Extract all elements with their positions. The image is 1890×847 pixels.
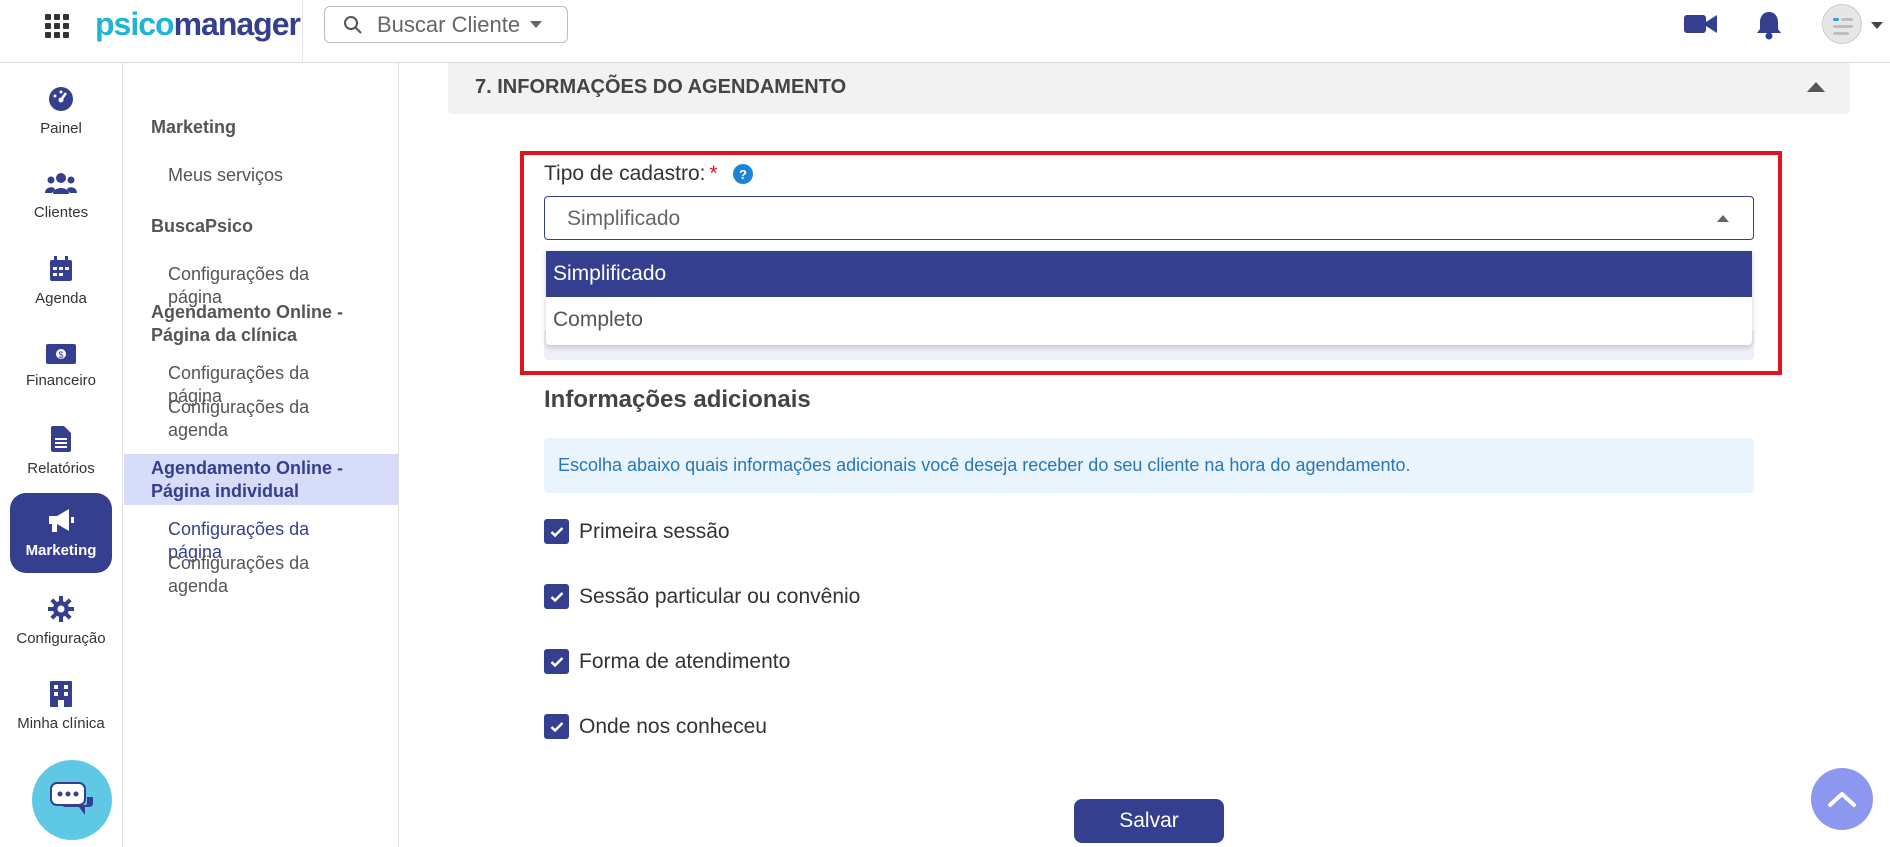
chevron-down-icon[interactable]	[1871, 22, 1883, 29]
marketing-submenu: Marketing Meus serviços BuscaPsico Confi…	[124, 63, 399, 847]
client-search[interactable]: Buscar Cliente	[324, 6, 568, 43]
avatar-line	[1833, 32, 1849, 35]
megaphone-icon	[49, 508, 74, 532]
nav-label: Relatórios	[27, 459, 95, 477]
required-mark: *	[709, 162, 718, 185]
submenu-link-clinica-agenda[interactable]: Configurações da agenda	[168, 396, 368, 442]
chevron-up-icon	[1828, 792, 1856, 807]
nav-label: Clientes	[33, 203, 89, 221]
nav-agenda[interactable]: Agenda	[10, 241, 112, 321]
dropdown-option-simplificado[interactable]: Simplificado	[546, 251, 1752, 297]
chat-support-button[interactable]	[32, 760, 112, 840]
file-icon	[51, 425, 71, 452]
checkbox-onde-conheceu[interactable]: Onde nos conheceu	[544, 714, 767, 739]
nav-label: Agenda	[35, 289, 87, 307]
checkmark-icon	[550, 721, 563, 732]
checkbox-checked[interactable]	[544, 584, 569, 609]
dropdown-option-completo[interactable]: Completo	[546, 297, 1752, 343]
chevron-up-icon[interactable]	[1807, 82, 1825, 92]
nav-label: Minha clínica	[17, 714, 105, 732]
select-current-value: Simplificado	[567, 207, 681, 230]
nav-minha-clinica[interactable]: Minha clínica	[10, 666, 112, 746]
nav-configuracao[interactable]: Configuração	[10, 581, 112, 661]
tipo-cadastro-label: Tipo de cadastro: *	[544, 162, 718, 186]
help-icon[interactable]: ?	[733, 164, 753, 184]
nav-painel[interactable]: Painel	[10, 71, 112, 151]
gear-icon	[48, 595, 74, 622]
scroll-to-top-button[interactable]	[1811, 768, 1873, 830]
apps-grid-icon[interactable]	[44, 13, 70, 39]
checkbox-primeira-sessao[interactable]: Primeira sessão	[544, 519, 730, 544]
submenu-group-marketing[interactable]: Marketing	[151, 116, 391, 139]
logo-primary: psico	[95, 6, 175, 42]
info-alert: Escolha abaixo quais informações adicion…	[544, 438, 1754, 493]
section-title: 7. INFORMAÇÕES DO AGENDAMENTO	[475, 76, 847, 98]
tipo-cadastro-dropdown: Simplificado Completo	[546, 251, 1752, 345]
search-placeholder: Buscar Cliente	[377, 11, 521, 37]
checkbox-label: Primeira sessão	[579, 519, 730, 543]
notification-bell-icon[interactable]	[1755, 10, 1783, 45]
nav-label: Financeiro	[25, 371, 97, 389]
checkmark-icon	[550, 526, 563, 537]
search-icon	[344, 15, 362, 34]
checkbox-label: Sessão particular ou convênio	[579, 584, 861, 608]
tipo-cadastro-label-text: Tipo de cadastro:	[544, 162, 706, 185]
chevron-up-icon	[1717, 215, 1729, 222]
checkbox-label: Forma de atendimento	[579, 649, 791, 673]
video-call-icon[interactable]	[1684, 13, 1718, 40]
submenu-link-individual-agenda[interactable]: Configurações da agenda	[168, 552, 368, 598]
nav-label: Configuração	[16, 629, 106, 647]
nav-label: Marketing	[25, 541, 97, 559]
avatar-mark	[1833, 18, 1839, 21]
submenu-group-buscapsico[interactable]: BuscaPsico	[151, 215, 391, 238]
chat-icon	[50, 782, 93, 815]
checkbox-checked[interactable]	[544, 714, 569, 739]
nav-relatorios[interactable]: Relatórios	[10, 411, 112, 491]
checkbox-forma-atendimento[interactable]: Forma de atendimento	[544, 649, 790, 674]
user-avatar[interactable]	[1822, 4, 1862, 44]
nav-financeiro[interactable]: $ Financeiro	[10, 326, 112, 406]
tipo-cadastro-select[interactable]: Simplificado	[544, 196, 1754, 240]
submenu-link-meus-servicos[interactable]: Meus serviços	[168, 164, 368, 187]
chevron-down-icon	[530, 21, 543, 28]
checkbox-checked[interactable]	[544, 649, 569, 674]
building-icon	[50, 680, 72, 707]
money-icon: $	[46, 343, 76, 364]
submenu-group-clinica[interactable]: Agendamento Online - Página da clínica	[151, 301, 391, 347]
checkmark-icon	[550, 591, 563, 602]
checkbox-label: Onde nos conheceu	[579, 714, 767, 738]
header-divider	[302, 0, 303, 63]
checkbox-sessao-particular[interactable]: Sessão particular ou convênio	[544, 584, 860, 609]
additional-info-title: Informações adicionais	[544, 386, 811, 413]
dashboard-icon	[49, 86, 73, 111]
avatar-line	[1833, 25, 1853, 28]
main-nav-rail: Painel Clientes Agenda $ Financeiro Rela…	[0, 63, 123, 847]
nav-label: Painel	[40, 119, 82, 137]
svg-text:$: $	[58, 350, 63, 360]
submenu-group-individual[interactable]: Agendamento Online - Página individual	[151, 457, 391, 503]
nav-clientes[interactable]: Clientes	[10, 156, 112, 236]
section-header[interactable]: 7. INFORMAÇÕES DO AGENDAMENTO	[448, 63, 1850, 114]
logo-secondary: manager	[173, 6, 301, 42]
top-bar: psicomanager Buscar Cliente	[0, 0, 1890, 63]
nav-marketing[interactable]: Marketing	[10, 493, 112, 573]
avatar-line	[1841, 18, 1853, 21]
save-button[interactable]: Salvar	[1074, 799, 1224, 843]
users-icon	[45, 172, 77, 194]
app-logo[interactable]: psicomanager	[95, 4, 301, 44]
checkmark-icon	[550, 656, 563, 667]
calendar-icon	[50, 255, 72, 281]
checkbox-checked[interactable]	[544, 519, 569, 544]
